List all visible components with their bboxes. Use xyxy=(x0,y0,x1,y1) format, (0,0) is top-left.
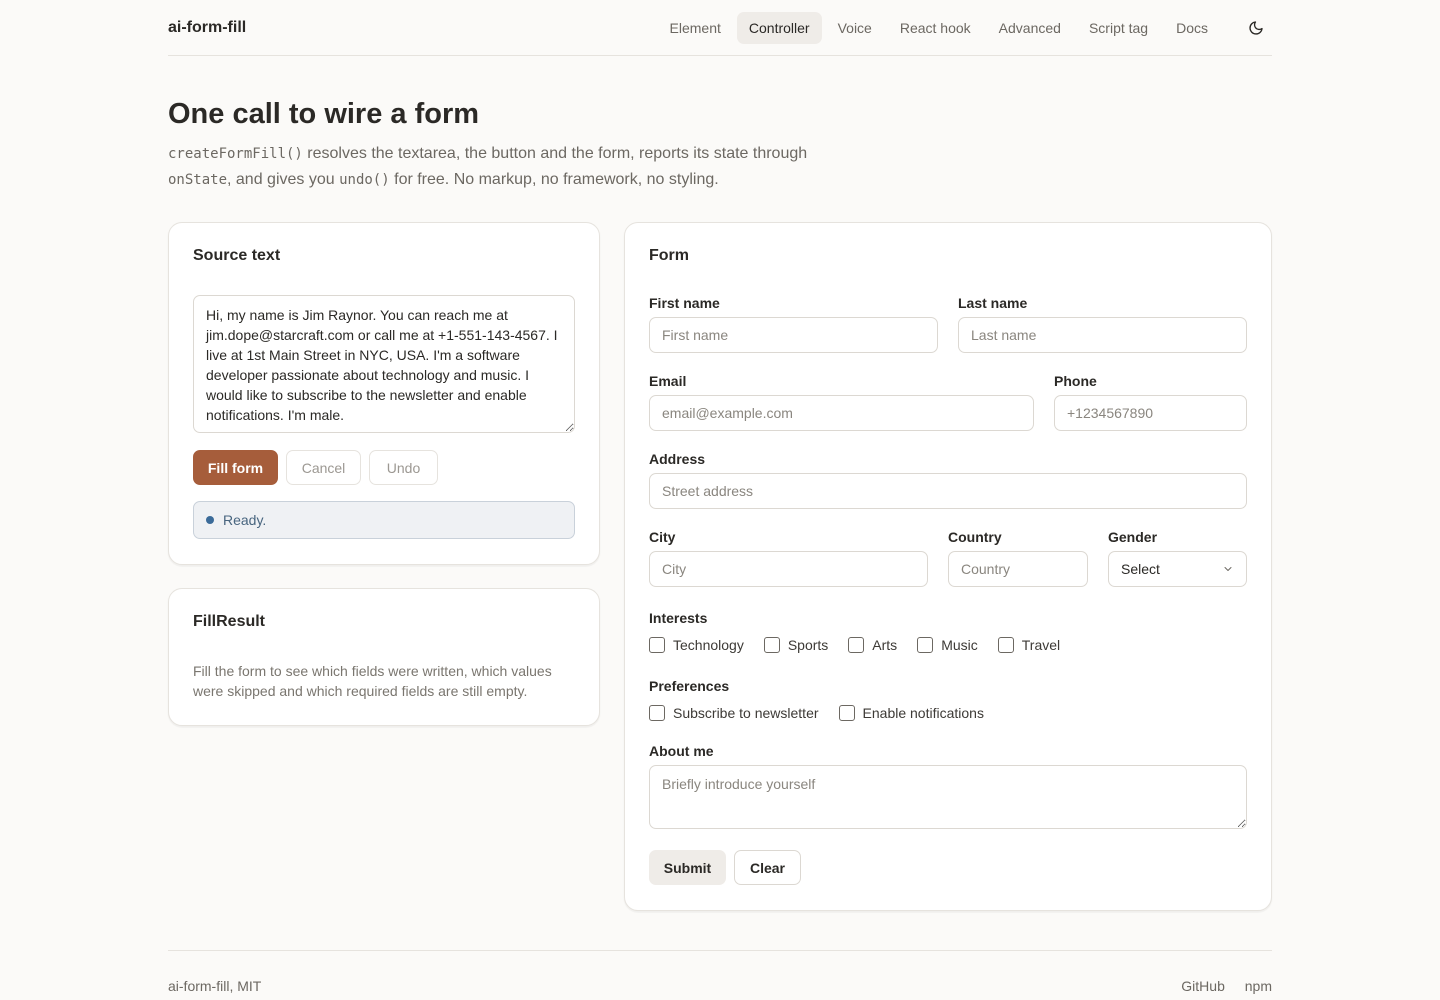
page-description: createFormFill() resolves the textarea, … xyxy=(168,145,808,188)
page-title: One call to wire a form xyxy=(168,98,480,130)
country-label: Country xyxy=(948,529,1002,545)
nav-advanced[interactable]: Advanced xyxy=(987,12,1073,44)
fill-result-description: Fill the form to see which fields were w… xyxy=(193,663,552,699)
phone-label: Phone xyxy=(1054,373,1097,389)
status-dot-icon xyxy=(206,516,214,524)
nav-voice[interactable]: Voice xyxy=(826,12,884,44)
status-banner: Ready. xyxy=(193,501,575,539)
form-title: Form xyxy=(649,247,689,264)
source-text-title: Source text xyxy=(193,247,281,264)
code-undo: undo() xyxy=(339,172,390,188)
gender-label: Gender xyxy=(1108,529,1158,545)
fill-form-button[interactable]: Fill form xyxy=(193,450,278,485)
address-input[interactable] xyxy=(649,473,1247,509)
brand-logo[interactable]: ai-form-fill xyxy=(168,19,246,37)
preferences-group: Subscribe to newsletter Enable notificat… xyxy=(649,705,1004,721)
nav-react-hook[interactable]: React hook xyxy=(888,12,983,44)
interest-technology[interactable]: Technology xyxy=(649,637,744,653)
checkbox[interactable] xyxy=(649,705,665,721)
code-create-form-fill: createFormFill() xyxy=(168,146,303,162)
footer-copyright: ai-form-fill, MIT xyxy=(168,977,262,994)
email-input[interactable] xyxy=(649,395,1034,431)
nav-controller[interactable]: Controller xyxy=(736,11,822,44)
address-label: Address xyxy=(649,451,706,467)
nav-element[interactable]: Element xyxy=(658,12,733,44)
checkbox[interactable] xyxy=(917,637,934,653)
interests-group: Technology Sports Arts Music Travel xyxy=(649,637,1080,653)
about-label: About me xyxy=(649,743,714,759)
fill-result-title: FillResult xyxy=(193,613,266,630)
checkbox[interactable] xyxy=(838,705,855,721)
first-name-input[interactable] xyxy=(649,317,938,353)
footer-link-npm[interactable]: npm xyxy=(1245,978,1272,994)
source-text-card: Source text Hi, my name is Jim Raynor. Y… xyxy=(168,222,600,565)
last-name-input[interactable] xyxy=(958,317,1247,353)
country-input[interactable] xyxy=(948,551,1088,587)
form-card: Form First name Last name Email Phone Ad… xyxy=(624,222,1272,911)
status-text: Ready. xyxy=(223,512,267,528)
cancel-button[interactable]: Cancel xyxy=(286,450,361,485)
checkbox[interactable] xyxy=(997,637,1014,653)
chevron-down-icon xyxy=(1224,567,1232,571)
footer-link-github[interactable]: GitHub xyxy=(1181,978,1225,994)
preferences-label: Preferences xyxy=(649,678,730,694)
city-input[interactable] xyxy=(649,551,928,587)
top-nav: Element Controller Voice React hook Adva… xyxy=(658,11,1272,44)
footer-links: GitHub npm xyxy=(1165,978,1272,994)
moon-icon xyxy=(1249,20,1263,35)
gender-select-value: Select xyxy=(1121,561,1160,577)
pref-newsletter[interactable]: Subscribe to newsletter xyxy=(649,705,819,721)
checkbox[interactable] xyxy=(763,637,780,653)
fill-result-card: FillResult Fill the form to see which fi… xyxy=(168,588,600,726)
site-header: ai-form-fill Element Controller Voice Re… xyxy=(168,0,1272,56)
checkbox[interactable] xyxy=(649,637,665,653)
undo-button[interactable]: Undo xyxy=(369,450,438,485)
about-textarea[interactable] xyxy=(649,765,1247,829)
interest-travel[interactable]: Travel xyxy=(997,637,1060,653)
clear-button[interactable]: Clear xyxy=(734,850,801,885)
first-name-label: First name xyxy=(649,295,720,311)
phone-input[interactable] xyxy=(1054,395,1247,431)
interest-music[interactable]: Music xyxy=(917,637,978,653)
gender-select[interactable]: Select xyxy=(1108,551,1247,587)
theme-toggle-button[interactable] xyxy=(1240,12,1272,44)
site-footer: ai-form-fill, MIT GitHub npm xyxy=(168,950,1272,1000)
checkbox[interactable] xyxy=(848,637,865,653)
interest-sports[interactable]: Sports xyxy=(763,637,828,653)
code-on-state: onState xyxy=(168,172,228,188)
interest-arts[interactable]: Arts xyxy=(848,637,897,653)
city-label: City xyxy=(649,529,676,545)
nav-script-tag[interactable]: Script tag xyxy=(1077,12,1160,44)
email-label: Email xyxy=(649,373,687,389)
source-textarea[interactable]: Hi, my name is Jim Raynor. You can reach… xyxy=(193,295,575,433)
pref-notifications[interactable]: Enable notifications xyxy=(838,705,984,721)
nav-docs[interactable]: Docs xyxy=(1164,12,1220,44)
interests-label: Interests xyxy=(649,610,708,626)
last-name-label: Last name xyxy=(958,295,1028,311)
submit-button[interactable]: Submit xyxy=(649,850,726,885)
